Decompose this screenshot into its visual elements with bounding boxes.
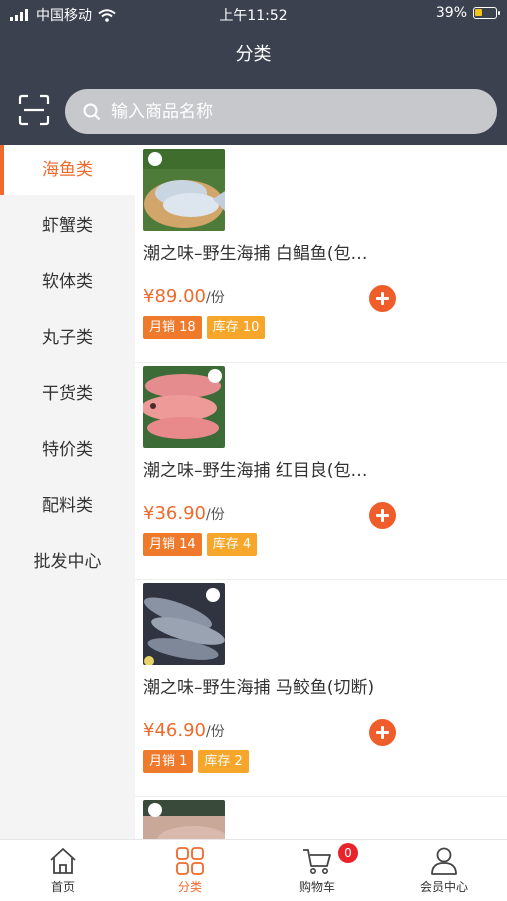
status-time: 上午11:52 [219,8,288,24]
sidebar-item-peiliao[interactable]: 配料类 [0,481,135,531]
product-price: ¥46.90/份 [143,720,225,741]
sidebar-item-ganhuo[interactable]: 干货类 [0,369,135,419]
search-input[interactable] [109,100,443,123]
price-value: ¥46.90 [143,720,206,741]
product-image-partial[interactable] [143,800,225,839]
product-image-redfish[interactable] [143,366,225,448]
tab-member[interactable]: 会员中心 [381,840,507,901]
product-card[interactable]: 潮之味–野生海捕 马鲛鱼(切断) ¥46.90/份 月销 1 库存 2 [135,579,507,797]
sidebar-item-pifa[interactable]: 批发中心 [0,537,135,587]
product-card[interactable] [135,796,507,839]
bottom-tab-bar: 首页 分类 0 购物车 会员中心 [0,839,507,901]
product-card[interactable]: 潮之味–野生海捕 红目良(包… ¥36.90/份 月销 14 库存 4 [135,362,507,580]
battery-level [475,9,482,16]
add-to-cart-button[interactable] [369,285,396,312]
product-name[interactable]: 潮之味–野生海捕 白鲳鱼(包… [143,239,463,264]
tab-label: 首页 [50,880,75,894]
sales-badge: 月销 14 [143,533,202,556]
price-unit: /份 [205,290,225,306]
home-icon [50,848,76,874]
sidebar-item-wanzi[interactable]: 丸子类 [0,313,135,363]
scan-icon[interactable] [18,94,50,126]
cart-icon [303,849,331,874]
product-image-mackerel[interactable] [143,583,225,665]
tab-label: 分类 [177,880,202,894]
sales-badge: 月销 18 [143,316,202,339]
tab-cart[interactable]: 0 购物车 [254,840,380,901]
price-unit: /份 [205,507,225,523]
search-bar[interactable] [65,89,497,134]
price-value: ¥36.90 [143,503,206,524]
sidebar-item-ruanti[interactable]: 软体类 [0,257,135,307]
status-right: 39% [435,5,500,21]
status-bar: 中国移动 上午11:52 39% [0,0,507,28]
stock-badge: 库存 2 [198,750,249,773]
category-sidebar: 海鱼类 虾蟹类 软体类 丸子类 干货类 特价类 配料类 批发中心 [0,145,135,839]
add-to-cart-button[interactable] [369,502,396,529]
sidebar-item-haiyu[interactable]: 海鱼类 [0,145,135,195]
grid-icon [176,847,204,875]
tab-category[interactable]: 分类 [127,840,253,901]
product-name[interactable]: 潮之味–野生海捕 马鲛鱼(切断) [143,673,463,698]
price-unit: /份 [205,724,225,740]
tab-label: 会员中心 [419,880,468,894]
tab-home[interactable]: 首页 [0,840,126,901]
product-price: ¥36.90/份 [143,503,225,524]
user-icon [431,847,457,875]
top-header: 中国移动 上午11:52 39% 分类 [0,0,507,145]
sidebar-item-tejia[interactable]: 特价类 [0,425,135,475]
battery-icon [473,7,500,19]
sidebar-item-xiaxie[interactable]: 虾蟹类 [0,201,135,251]
price-value: ¥89.00 [143,286,206,307]
product-name[interactable]: 潮之味–野生海捕 红目良(包… [143,456,463,481]
cart-count-badge: 0 [338,843,358,863]
tab-label: 购物车 [298,880,335,894]
stock-badge: 库存 10 [206,316,266,339]
product-image-pomfret[interactable] [143,149,225,231]
product-tags: 月销 1 库存 2 [143,750,249,773]
product-price: ¥89.00/份 [143,286,225,307]
product-tags: 月销 14 库存 4 [143,533,258,556]
add-to-cart-button[interactable] [369,719,396,746]
product-tags: 月销 18 库存 10 [143,316,266,339]
sales-badge: 月销 1 [143,750,194,773]
stock-badge: 库存 4 [206,533,258,556]
battery-percent: 39% [435,5,467,21]
search-icon [83,103,101,120]
product-card[interactable]: 潮之味–野生海捕 白鲳鱼(包… ¥89.00/份 月销 18 库存 10 [135,145,507,363]
page-title: 分类 [235,44,272,65]
